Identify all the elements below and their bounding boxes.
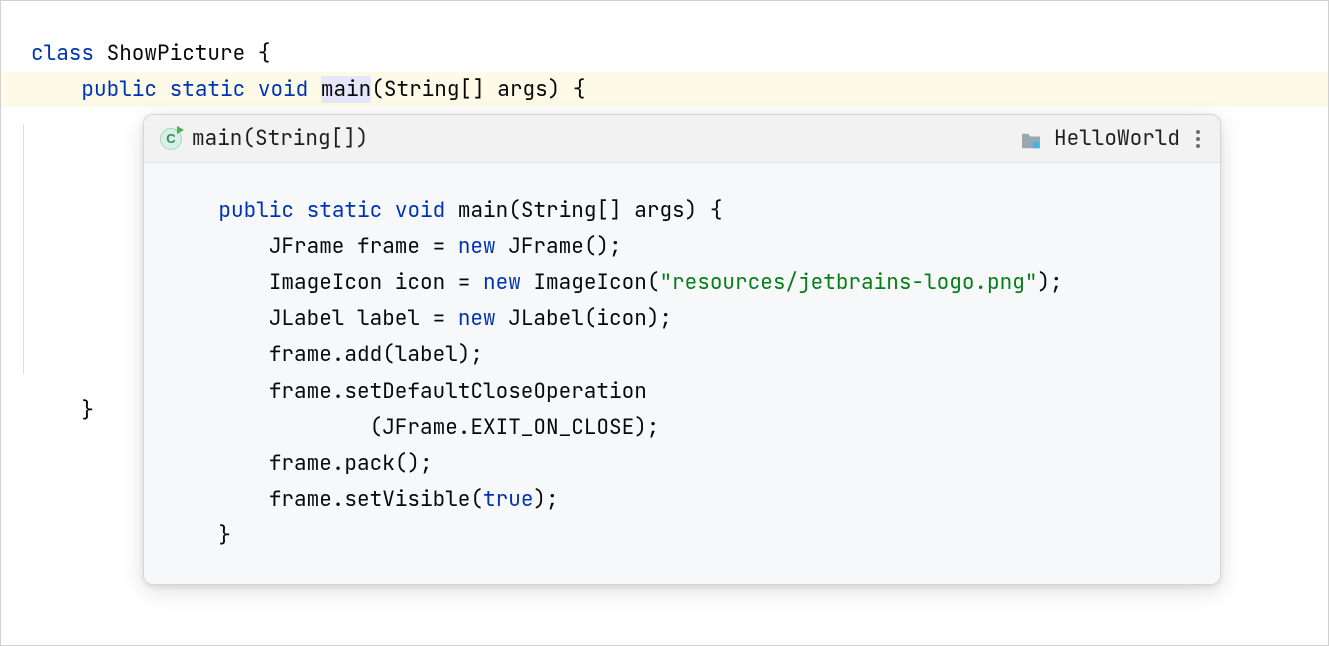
popup-header-left: C main(String[])	[160, 125, 368, 152]
documentation-popup: C main(String[]) HelloWorld public stati…	[143, 114, 1221, 585]
keyword-public: public	[81, 76, 157, 103]
popup-header-right: HelloWorld	[1020, 125, 1204, 152]
popup-code-line: frame.add(label);	[168, 337, 1196, 373]
popup-code-line: JFrame frame = new JFrame();	[168, 229, 1196, 265]
popup-code-line: JLabel label = new JLabel(icon);	[168, 301, 1196, 337]
project-name: HelloWorld	[1054, 125, 1180, 152]
popup-code-line: frame.setVisible(true);	[168, 482, 1196, 518]
keyword-class: class	[31, 40, 94, 67]
popup-code-line: public static void main(String[] args) {	[168, 193, 1196, 229]
popup-code-body: public static void main(String[] args) {…	[144, 163, 1220, 584]
editor-line-2-highlighted[interactable]: public static void main(String[] args) {	[1, 72, 1328, 108]
keyword-static: static	[170, 76, 246, 103]
string-literal: "resources/jetbrains-logo.png"	[659, 269, 1037, 296]
keyword-void: void	[258, 76, 308, 103]
more-options-icon[interactable]	[1192, 126, 1204, 152]
popup-code-line: frame.setDefaultCloseOperation	[168, 374, 1196, 410]
popup-header: C main(String[]) HelloWorld	[144, 115, 1220, 163]
class-name: ShowPicture	[107, 40, 246, 67]
method-name-highlighted: main	[321, 76, 371, 103]
popup-title: main(String[])	[192, 125, 368, 152]
editor-line-1[interactable]: class ShowPicture {	[1, 36, 1328, 72]
class-run-icon: C	[160, 128, 182, 150]
popup-code-line: (JFrame.EXIT_ON_CLOSE);	[168, 410, 1196, 446]
gutter-fold-line	[23, 124, 24, 374]
popup-code-line: ImageIcon icon = new ImageIcon("resource…	[168, 265, 1196, 301]
popup-code-line: frame.pack();	[168, 446, 1196, 482]
popup-code-line: }	[168, 518, 1196, 554]
module-folder-icon	[1020, 130, 1042, 148]
